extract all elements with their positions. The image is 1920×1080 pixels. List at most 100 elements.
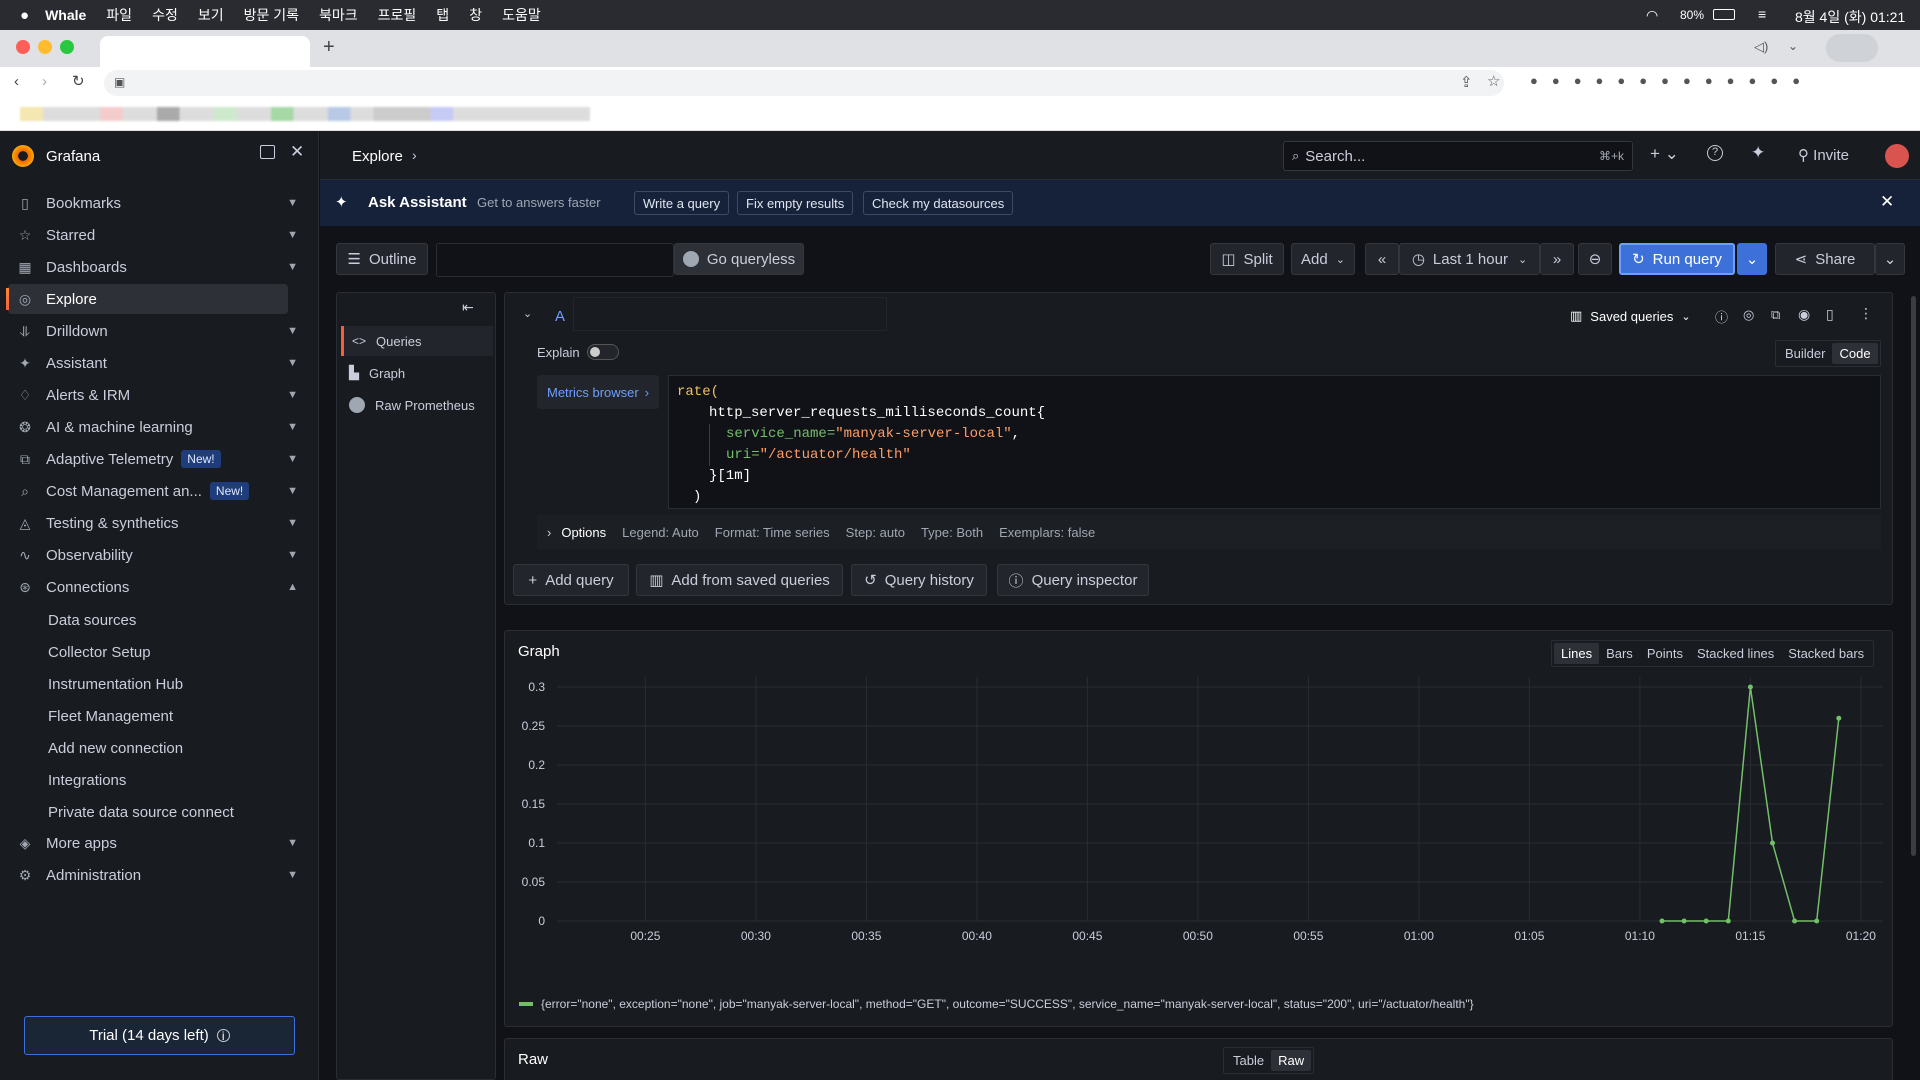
new-tab-icon[interactable]: + [323, 36, 335, 59]
nav-connections[interactable]: ⊛ Connections ▲ [8, 572, 298, 602]
breadcrumb[interactable]: Explore [352, 148, 403, 165]
chevron-down-icon[interactable]: ▼ [287, 197, 298, 209]
explain-toggle[interactable] [587, 344, 619, 360]
close-window-button[interactable] [16, 40, 30, 54]
collapse-query-icon[interactable]: ⌄ [523, 307, 532, 320]
chevron-down-icon[interactable]: ▼ [287, 357, 298, 369]
nav-cost-management[interactable]: ⌕ Cost Management an... New! ▼ [8, 476, 298, 506]
query-letter[interactable]: A [555, 308, 565, 325]
sparkle-icon[interactable]: ✦ [1751, 143, 1765, 163]
eye-icon[interactable]: ◉ [1798, 306, 1810, 323]
query-history-button[interactable]: ↺ Query history [851, 564, 987, 596]
time-forward-button[interactable]: » [1540, 243, 1574, 275]
mode-stacked-lines[interactable]: Stacked lines [1690, 643, 1781, 664]
menu-window[interactable]: 창 [469, 5, 482, 25]
share-dropdown[interactable]: ⌄ [1875, 243, 1905, 275]
time-picker[interactable]: ◷ Last 1 hour ⌄ [1399, 243, 1540, 275]
chevron-down-icon[interactable]: ▼ [287, 549, 298, 561]
scrollbar[interactable] [1911, 296, 1916, 856]
chevron-down-icon[interactable]: ▼ [287, 485, 298, 497]
nav-assistant[interactable]: ✦ Assistant ▼ [8, 348, 298, 378]
chevron-down-icon[interactable]: ▼ [287, 229, 298, 241]
nav-drilldown[interactable]: ⥥ Drilldown ▼ [8, 316, 298, 346]
add-from-saved-button[interactable]: ▥ Add from saved queries [636, 564, 843, 596]
nav-more-apps[interactable]: ◈ More apps ▼ [8, 828, 298, 858]
chevron-down-icon[interactable]: ▼ [287, 261, 298, 273]
close-menu-icon[interactable]: ✕ [290, 142, 304, 162]
star-bookmark-icon[interactable]: ☆ [1487, 72, 1500, 90]
forward-icon[interactable]: › [42, 73, 47, 90]
sub-integrations[interactable]: Integrations [48, 772, 126, 789]
copy-icon[interactable]: ⧉ [1771, 307, 1780, 323]
search-input[interactable]: ⌕ Search... ⌘+k [1283, 141, 1633, 171]
mode-raw[interactable]: Raw [1271, 1050, 1312, 1071]
zoom-out-button[interactable]: ⊖ [1578, 243, 1612, 275]
zoom-window-button[interactable] [60, 40, 74, 54]
sub-data-sources[interactable]: Data sources [48, 612, 136, 629]
chevron-down-icon[interactable]: ▼ [287, 389, 298, 401]
profile-icon[interactable] [1826, 34, 1878, 62]
app-name[interactable]: Whale [45, 7, 86, 23]
menu-tab[interactable]: 탭 [436, 5, 449, 25]
check-datasources-button[interactable]: Check my datasources [863, 191, 1014, 215]
outline-item-raw-prometheus[interactable]: Raw Prometheus [341, 390, 493, 420]
time-back-button[interactable]: « [1365, 243, 1399, 275]
saved-queries-button[interactable]: ▥ Saved queries ⌄ [1570, 308, 1691, 324]
collapse-outline-icon[interactable]: ⇤ [462, 299, 474, 316]
menu-history[interactable]: 방문 기록 [244, 5, 299, 25]
nav-ai-ml[interactable]: ❂ AI & machine learning ▼ [8, 412, 298, 442]
outline-item-queries[interactable]: <> Queries [341, 326, 493, 356]
fix-empty-results-button[interactable]: Fix empty results [737, 191, 854, 215]
new-plus-icon[interactable]: + ⌄ [1650, 144, 1679, 164]
go-queryless-button[interactable]: Go queryless [674, 243, 804, 275]
add-query-button[interactable]: + Add query [513, 564, 629, 596]
help-icon[interactable]: ⓘ [1715, 307, 1728, 326]
apple-icon[interactable]: ● [20, 7, 29, 24]
mode-stacked-bars[interactable]: Stacked bars [1781, 643, 1871, 664]
battery-label[interactable]: 80% [1680, 8, 1704, 22]
builder-mode-button[interactable]: Builder [1778, 343, 1832, 364]
outline-item-graph[interactable]: ▙ Graph [341, 358, 493, 388]
wifi-icon[interactable]: ◠ [1646, 7, 1658, 24]
menu-file[interactable]: 파일 [106, 5, 132, 25]
mode-bars[interactable]: Bars [1599, 643, 1640, 664]
minimize-window-button[interactable] [38, 40, 52, 54]
run-query-dropdown[interactable]: ⌄ [1737, 243, 1767, 275]
nav-alerts[interactable]: ♢ Alerts & IRM ▼ [8, 380, 298, 410]
query-inspector-button[interactable]: ⓘ Query inspector [997, 564, 1149, 596]
chevron-down-icon[interactable]: ▼ [287, 837, 298, 849]
query-datasource-field[interactable] [573, 297, 887, 331]
control-center-icon[interactable]: ≡ [1758, 6, 1766, 22]
active-tab[interactable] [100, 36, 310, 67]
sub-private-data-source[interactable]: Private data source connect [48, 804, 234, 821]
nav-administration[interactable]: ⚙ Administration ▼ [8, 860, 298, 890]
mode-lines[interactable]: Lines [1554, 643, 1600, 664]
add-button[interactable]: Add ⌄ [1291, 243, 1355, 275]
extension-icons[interactable]: ●●●●●●●●●●●●● [1530, 73, 1814, 88]
grafana-logo-icon[interactable] [12, 145, 34, 167]
code-mode-button[interactable]: Code [1832, 343, 1878, 364]
chevron-down-icon[interactable]: ▼ [287, 421, 298, 433]
datetime[interactable]: 8월 4일 (화) 01:21 [1795, 7, 1905, 27]
run-query-button[interactable]: ↻ Run query [1619, 243, 1735, 275]
drag-handle-icon[interactable]: ⋮ [1859, 305, 1873, 322]
chevron-down-icon[interactable]: ⌄ [1788, 39, 1798, 53]
menu-edit[interactable]: 수정 [152, 5, 178, 25]
invite-button[interactable]: ⚲ Invite [1798, 146, 1849, 164]
nav-adaptive-telemetry[interactable]: ⧉ Adaptive Telemetry New! ▼ [8, 444, 298, 474]
query-editor[interactable]: rate( http_server_requests_milliseconds_… [668, 375, 1881, 509]
chevron-down-icon[interactable]: ▼ [287, 869, 298, 881]
sub-fleet-management[interactable]: Fleet Management [48, 708, 173, 725]
dock-menu-icon[interactable] [260, 145, 275, 159]
nav-testing[interactable]: ◬ Testing & synthetics ▼ [8, 508, 298, 538]
time-series-chart[interactable]: 0 0.05 0.1 0.15 0.2 0.25 0.3 00:25 00:30 00:35 00:… [505, 671, 1894, 971]
split-button[interactable]: ◫ Split [1210, 243, 1284, 275]
nav-explore[interactable]: ◎ Explore [6, 284, 288, 314]
chevron-down-icon[interactable]: ▼ [287, 453, 298, 465]
trash-icon[interactable]: ▯ [1826, 306, 1834, 323]
menu-help[interactable]: 도움말 [502, 5, 541, 25]
help-icon[interactable]: ? [1707, 145, 1723, 161]
avatar[interactable] [1885, 144, 1909, 168]
trial-button[interactable]: Trial (14 days left) i [24, 1016, 295, 1055]
outline-button[interactable]: ☰ Outline [336, 243, 428, 275]
